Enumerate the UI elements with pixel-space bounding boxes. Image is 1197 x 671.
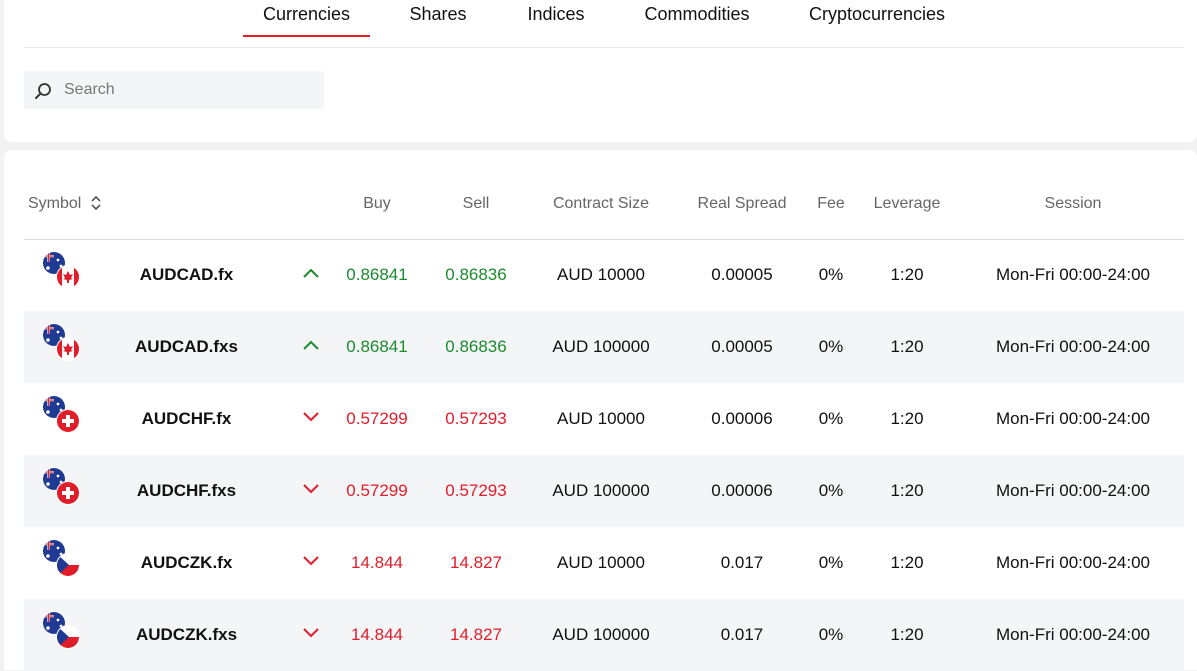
real-spread: 0.00006 — [711, 409, 773, 428]
buy-price: 0.86841 — [346, 337, 408, 356]
column-buy: Buy — [363, 195, 391, 212]
sort-symbol-button[interactable]: Symbol — [28, 195, 102, 213]
leverage: 1:20 — [890, 625, 924, 644]
table-header: Symbol Buy Sell Contract Size Real Sprea… — [24, 150, 1184, 240]
sell-price: 0.57293 — [445, 409, 507, 428]
contract-size: AUD 100000 — [552, 481, 650, 500]
buy-price: 0.86841 — [346, 265, 408, 284]
tab-commodities[interactable]: Commodities — [638, 4, 756, 35]
fee: 0% — [818, 337, 844, 356]
sell-price: 14.827 — [450, 553, 502, 572]
switzerland-flag-icon — [56, 481, 80, 505]
fee: 0% — [818, 481, 844, 500]
real-spread: 0.00005 — [711, 265, 773, 284]
tab-shares[interactable]: Shares — [404, 4, 472, 35]
currency-pair-flags-icon — [42, 395, 80, 433]
arrow-up-icon — [303, 340, 319, 350]
column-real-spread: Real Spread — [697, 195, 787, 212]
tab-cryptocurrencies[interactable]: Cryptocurrencies — [804, 4, 950, 35]
fee: 0% — [818, 265, 844, 284]
instruments-table: Symbol Buy Sell Contract Size Real Sprea… — [4, 150, 1197, 671]
sell-price: 0.86836 — [445, 337, 507, 356]
real-spread: 0.00006 — [711, 481, 773, 500]
buy-price: 14.844 — [351, 553, 403, 572]
contract-size: AUD 10000 — [557, 553, 645, 572]
switzerland-flag-icon — [56, 409, 80, 433]
leverage: 1:20 — [890, 553, 924, 572]
filter-panel: Currencies Shares Indices Commodities Cr… — [4, 0, 1197, 142]
contract-size: AUD 100000 — [552, 625, 650, 644]
session: Mon-Fri 00:00-24:00 — [995, 337, 1151, 356]
sell-price: 14.827 — [450, 625, 502, 644]
column-sell: Sell — [462, 195, 490, 212]
czechia-flag-icon — [56, 625, 80, 649]
table-row[interactable]: AUDCZK.fxs 14.844 14.827 AUD 100000 0.01… — [24, 599, 1184, 671]
column-leverage: Leverage — [873, 195, 941, 212]
session: Mon-Fri 00:00-24:00 — [995, 553, 1151, 572]
buy-price: 14.844 — [351, 625, 403, 644]
session: Mon-Fri 00:00-24:00 — [995, 481, 1151, 500]
arrow-down-icon — [303, 628, 319, 638]
contract-size: AUD 10000 — [557, 409, 645, 428]
table-row[interactable]: AUDCAD.fx 0.86841 0.86836 AUD 10000 0.00… — [24, 239, 1184, 311]
real-spread: 0.017 — [720, 553, 764, 572]
leverage: 1:20 — [890, 265, 924, 284]
category-tabs: Currencies Shares Indices Commodities Cr… — [24, 0, 1184, 48]
arrow-down-icon — [303, 484, 319, 494]
symbol-label[interactable]: AUDCHF.fx — [114, 409, 259, 429]
canada-flag-icon — [56, 265, 80, 289]
buy-price: 0.57299 — [346, 481, 408, 500]
search-icon — [35, 83, 51, 99]
column-fee: Fee — [817, 195, 845, 212]
table-row[interactable]: AUDCHF.fxs 0.57299 0.57293 AUD 100000 0.… — [24, 455, 1184, 527]
currency-pair-flags-icon — [42, 467, 80, 505]
arrow-down-icon — [303, 412, 319, 422]
currency-pair-flags-icon — [42, 251, 80, 289]
symbol-label[interactable]: AUDCAD.fxs — [114, 337, 259, 357]
leverage: 1:20 — [890, 409, 924, 428]
czechia-flag-icon — [56, 553, 80, 577]
session: Mon-Fri 00:00-24:00 — [995, 409, 1151, 428]
fee: 0% — [818, 625, 844, 644]
tab-currencies[interactable]: Currencies — [243, 4, 370, 37]
sell-price: 0.57293 — [445, 481, 507, 500]
table-row[interactable]: AUDCZK.fx 14.844 14.827 AUD 10000 0.017 … — [24, 527, 1184, 599]
arrow-up-icon — [303, 268, 319, 278]
real-spread: 0.00005 — [711, 337, 773, 356]
symbol-label[interactable]: AUDCAD.fx — [114, 265, 259, 285]
leverage: 1:20 — [890, 337, 924, 356]
search-box — [24, 71, 324, 109]
currency-pair-flags-icon — [42, 539, 80, 577]
symbol-label[interactable]: AUDCHF.fxs — [114, 481, 259, 501]
canada-flag-icon — [56, 337, 80, 361]
session: Mon-Fri 00:00-24:00 — [995, 625, 1151, 644]
session: Mon-Fri 00:00-24:00 — [995, 265, 1151, 284]
currency-pair-flags-icon — [42, 611, 80, 649]
currency-pair-flags-icon — [42, 323, 80, 361]
contract-size: AUD 100000 — [552, 337, 650, 356]
table-row[interactable]: AUDCAD.fxs 0.86841 0.86836 AUD 100000 0.… — [24, 311, 1184, 383]
column-session: Session — [1044, 195, 1102, 212]
leverage: 1:20 — [890, 481, 924, 500]
contract-size: AUD 10000 — [557, 265, 645, 284]
tab-indices[interactable]: Indices — [522, 4, 590, 35]
sell-price: 0.86836 — [445, 265, 507, 284]
table-row[interactable]: AUDCHF.fx 0.57299 0.57293 AUD 10000 0.00… — [24, 383, 1184, 455]
search-input[interactable] — [64, 71, 314, 109]
buy-price: 0.57299 — [346, 409, 408, 428]
symbol-label[interactable]: AUDCZK.fxs — [114, 625, 259, 645]
arrow-down-icon — [303, 556, 319, 566]
column-contract-size: Contract Size — [552, 195, 650, 212]
sort-icon — [91, 195, 101, 211]
symbol-label[interactable]: AUDCZK.fx — [114, 553, 259, 573]
real-spread: 0.017 — [720, 625, 764, 644]
fee: 0% — [818, 409, 844, 428]
column-symbol: Symbol — [28, 195, 82, 212]
fee: 0% — [818, 553, 844, 572]
